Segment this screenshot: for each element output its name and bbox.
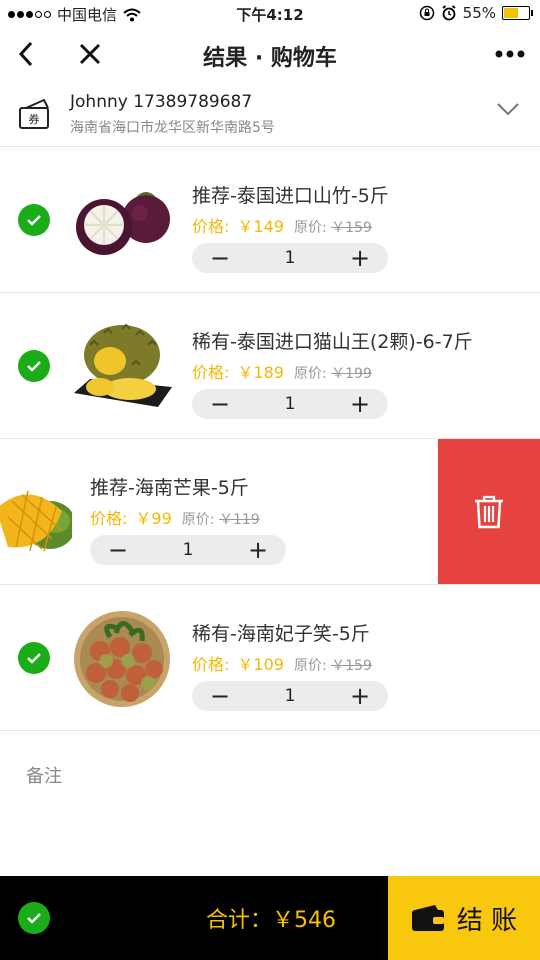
product-name[interactable]: 推荐-泰国进口山竹-5斤 bbox=[192, 181, 389, 208]
original-price: ￥119 bbox=[218, 512, 260, 528]
checkmark-icon bbox=[27, 215, 41, 226]
checkout-label: 结 账 bbox=[456, 905, 518, 936]
increase-button[interactable]: + bbox=[332, 389, 388, 419]
more-dots-icon bbox=[495, 50, 525, 58]
quantity-stepper: − 1 + bbox=[90, 535, 286, 565]
battery-percent: 55% bbox=[462, 4, 496, 22]
decrease-button[interactable]: − bbox=[192, 681, 248, 711]
product-price: ￥149 bbox=[237, 217, 284, 236]
increase-button[interactable]: + bbox=[332, 243, 388, 273]
original-price-label: 原价: bbox=[181, 512, 215, 528]
item-checkbox[interactable] bbox=[18, 642, 50, 674]
status-bar: 中国电信 下午4:12 55% bbox=[0, 0, 540, 28]
chevron-down-icon bbox=[497, 103, 519, 116]
address-selector[interactable]: 券 Johnny 17389789687 海南省海口市龙华区新华南路5号 bbox=[0, 80, 540, 147]
mangosteen-image[interactable] bbox=[70, 169, 174, 269]
price-label: 价格: bbox=[192, 217, 230, 236]
original-price: ￥159 bbox=[331, 658, 372, 674]
product-name[interactable]: 推荐-海南芒果-5斤 bbox=[90, 473, 249, 500]
product-name[interactable]: 稀有-泰国进口猫山王(2颗)-6-7斤 bbox=[192, 327, 473, 354]
trash-icon bbox=[475, 495, 503, 528]
cart-item-swiped[interactable]: 推荐-海南芒果-5斤 价格: ￥99 原价: ￥119 − 1 + bbox=[0, 439, 540, 585]
price-label: 价格: bbox=[192, 363, 230, 382]
item-checkbox[interactable] bbox=[18, 204, 50, 236]
original-price-label: 原价: bbox=[293, 366, 327, 382]
decrease-button[interactable]: − bbox=[90, 535, 146, 565]
checkmark-icon bbox=[27, 361, 41, 372]
checkout-button[interactable]: 结 账 bbox=[388, 876, 540, 960]
quantity-value[interactable]: 1 bbox=[146, 540, 230, 560]
more-button[interactable] bbox=[490, 38, 530, 70]
quantity-value[interactable]: 1 bbox=[248, 248, 332, 268]
product-name[interactable]: 稀有-海南妃子笑-5斤 bbox=[192, 619, 370, 646]
checkmark-icon bbox=[27, 653, 41, 664]
rotation-lock-icon bbox=[419, 5, 434, 21]
contact-info: Johnny 17389789687 bbox=[70, 92, 253, 112]
wallet-icon bbox=[411, 905, 444, 931]
quantity-stepper: − 1 + bbox=[192, 389, 388, 419]
quantity-value[interactable]: 1 bbox=[248, 686, 332, 706]
battery-icon bbox=[502, 6, 533, 20]
price-label: 价格: bbox=[192, 655, 230, 674]
product-price: ￥99 bbox=[135, 509, 172, 528]
cart-item: 稀有-海南妃子笑-5斤 价格: ￥109 原价: ￥159 − 1 + bbox=[0, 585, 540, 731]
checkmark-icon bbox=[27, 913, 41, 924]
price-label: 价格: bbox=[90, 509, 128, 528]
remark-input[interactable]: 备注 bbox=[26, 762, 62, 788]
original-price-label: 原价: bbox=[293, 220, 327, 236]
product-price: ￥109 bbox=[237, 655, 284, 674]
item-checkbox[interactable] bbox=[18, 350, 50, 382]
lychee-image[interactable] bbox=[70, 607, 174, 707]
durian-image[interactable] bbox=[70, 315, 174, 415]
decrease-button[interactable]: − bbox=[192, 243, 248, 273]
cart-item: 推荐-泰国进口山竹-5斤 价格: ￥149 原价: ￥159 − 1 + bbox=[0, 147, 540, 293]
original-price: ￥199 bbox=[331, 366, 372, 382]
increase-button[interactable]: + bbox=[230, 535, 286, 565]
svg-text:券: 券 bbox=[29, 112, 40, 126]
coupon-ticket-icon: 券 bbox=[18, 98, 52, 134]
checkout-bar: 合计：￥546 结 账 bbox=[0, 876, 540, 960]
original-price: ￥159 bbox=[331, 220, 372, 236]
quantity-stepper: − 1 + bbox=[192, 681, 388, 711]
select-all-checkbox[interactable] bbox=[18, 902, 50, 934]
product-price: ￥189 bbox=[237, 363, 284, 382]
page-title: 结果 · 购物车 bbox=[203, 46, 337, 71]
increase-button[interactable]: + bbox=[332, 681, 388, 711]
delete-button[interactable] bbox=[438, 439, 540, 584]
mango-image[interactable] bbox=[0, 461, 72, 561]
quantity-stepper: − 1 + bbox=[192, 243, 388, 273]
decrease-button[interactable]: − bbox=[192, 389, 248, 419]
total-price: 合计：￥546 bbox=[206, 908, 336, 933]
cart-item: 稀有-泰国进口猫山王(2颗)-6-7斤 价格: ￥189 原价: ￥199 − 1 … bbox=[0, 293, 540, 439]
alarm-icon bbox=[442, 5, 456, 21]
original-price-label: 原价: bbox=[293, 658, 327, 674]
nav-bar: 结果 · 购物车 bbox=[0, 28, 540, 80]
quantity-value[interactable]: 1 bbox=[248, 394, 332, 414]
delivery-address: 海南省海口市龙华区新华南路5号 bbox=[70, 120, 275, 136]
